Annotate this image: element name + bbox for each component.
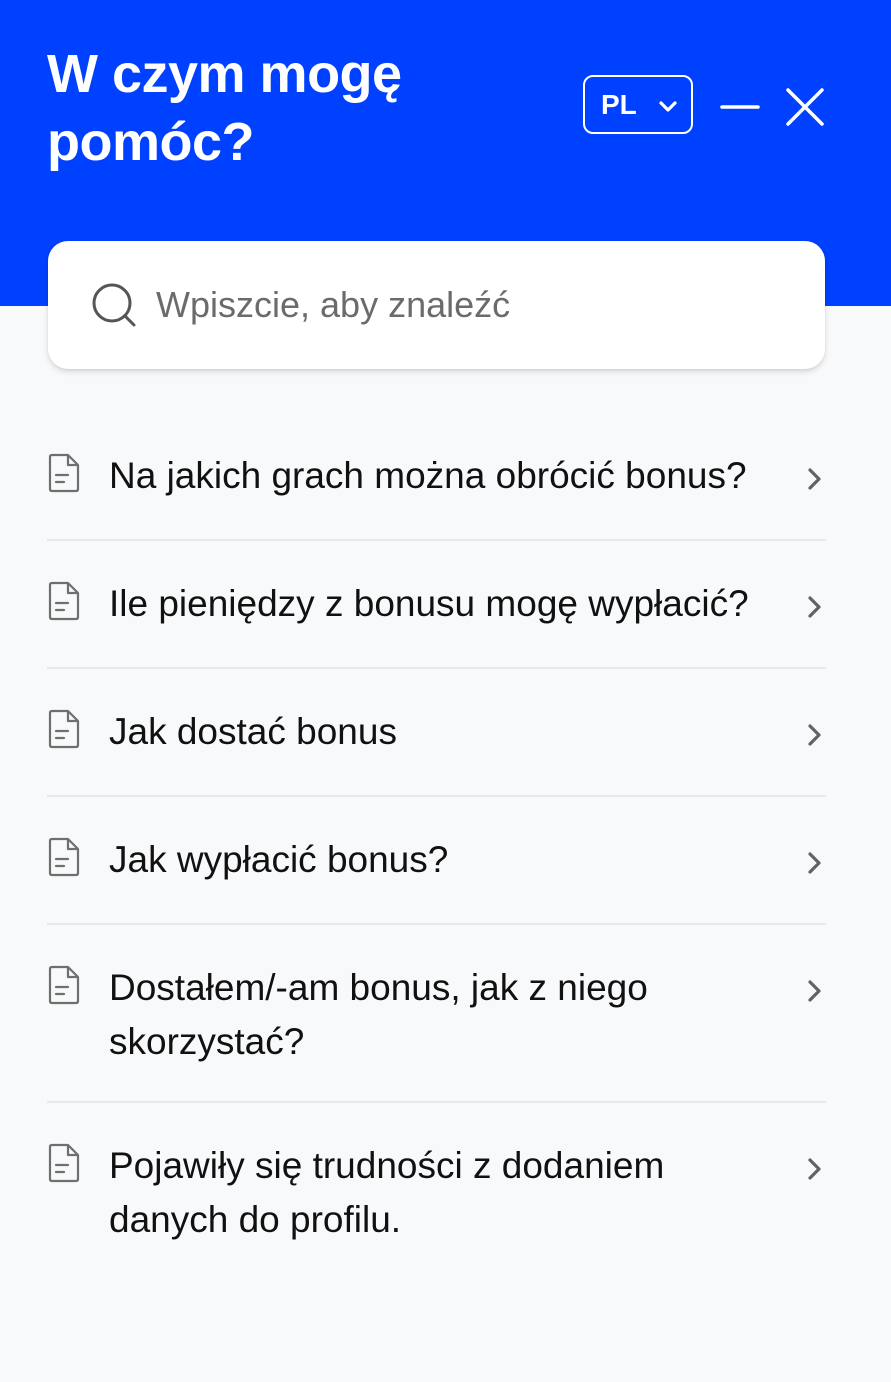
article-item-label: Pojawiły się trudności z dodaniem danych… — [109, 1145, 665, 1240]
search-box — [48, 241, 825, 369]
document-icon — [48, 837, 80, 877]
article-item-5[interactable]: Dostałem/-am bonus, jak z niego skorzyst… — [47, 925, 826, 1103]
chevron-right-icon — [808, 1158, 821, 1180]
chevron-right-icon — [808, 468, 821, 490]
article-item-label: Ile pieniędzy z bonusu mogę wypłacić? — [109, 583, 749, 624]
document-icon — [48, 581, 80, 621]
search-icon — [92, 283, 136, 327]
document-icon — [48, 709, 80, 749]
search-input[interactable] — [156, 275, 796, 335]
page-title: W czym mogę pomóc? — [47, 44, 402, 172]
article-item-6[interactable]: Pojawiły się trudności z dodaniem danych… — [47, 1103, 826, 1281]
article-item-4[interactable]: Jak wypłacić bonus? — [47, 797, 826, 925]
document-icon — [48, 453, 80, 493]
article-item-label: Dostałem/-am bonus, jak z niego skorzyst… — [109, 967, 648, 1062]
language-selected-label: PL — [601, 88, 637, 120]
chevron-right-icon — [808, 596, 821, 618]
close-icon[interactable] — [782, 84, 828, 130]
article-item-2[interactable]: Ile pieniędzy z bonusu mogę wypłacić? — [47, 541, 826, 669]
minimize-icon[interactable] — [718, 87, 762, 127]
chevron-right-icon — [808, 980, 821, 1002]
chevron-right-icon — [808, 724, 821, 746]
article-item-label: Jak wypłacić bonus? — [109, 839, 449, 880]
article-list: Na jakich grach można obrócić bonus? Ile… — [47, 413, 826, 1281]
document-icon — [48, 1143, 80, 1183]
document-icon — [48, 965, 80, 1005]
chevron-right-icon — [808, 852, 821, 874]
article-item-label: Na jakich grach można obrócić bonus? — [109, 455, 747, 496]
article-item-1[interactable]: Na jakich grach można obrócić bonus? — [47, 413, 826, 541]
article-item-label: Jak dostać bonus — [109, 711, 397, 752]
article-item-3[interactable]: Jak dostać bonus — [47, 669, 826, 797]
language-select[interactable]: PL — [583, 75, 693, 134]
chevron-down-icon — [659, 101, 677, 112]
